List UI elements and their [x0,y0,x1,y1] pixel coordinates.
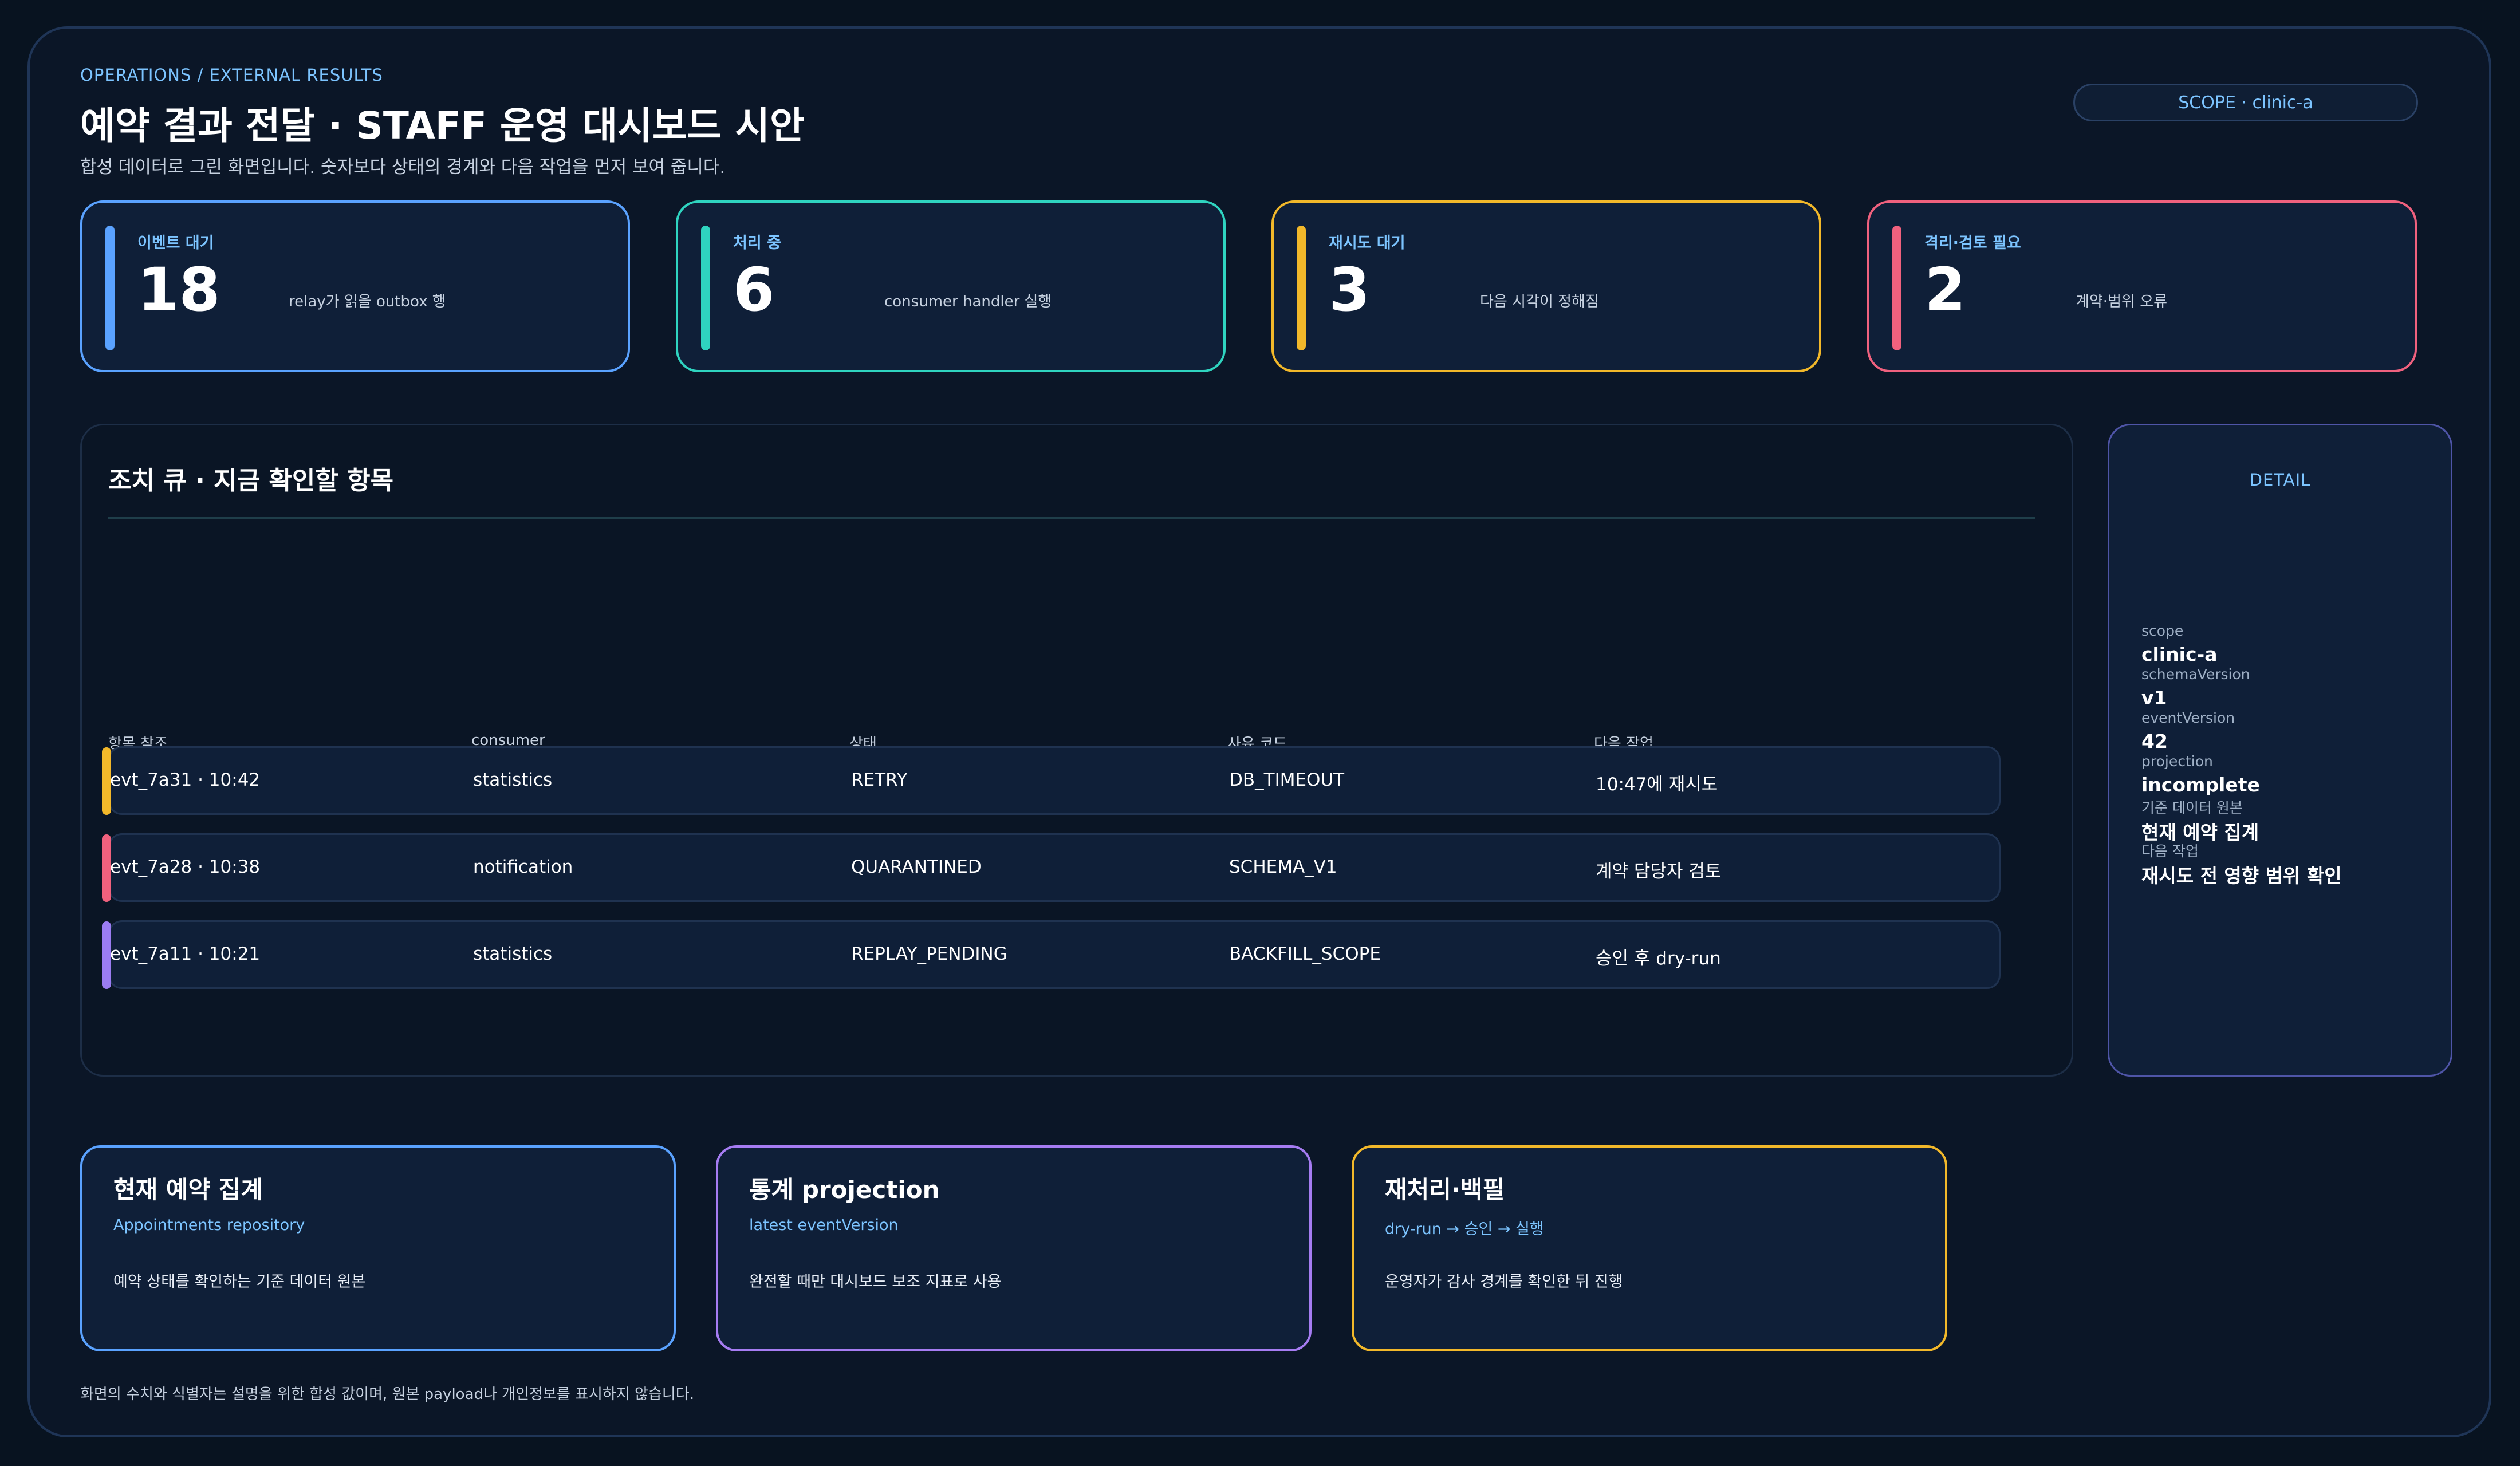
row-status: QUARANTINED [851,857,982,877]
stat-note: relay가 읽을 outbox 행 [289,293,446,310]
table-row[interactable]: evt_7a11 · 10:21 statistics REPLAY_PENDI… [102,920,2001,989]
stat-value: 2 [1924,255,1966,325]
stat-accent-bar [105,226,115,350]
stat-note: 계약·범위 오류 [2076,293,2168,310]
detail-label-next-action: 다음 작업 [2141,843,2199,860]
stat-accent-bar [1892,226,1901,350]
info-card-projection[interactable]: 통계 projection latest eventVersion 완전할 때만… [716,1145,1312,1351]
stat-card-events-pending[interactable]: 이벤트 대기 18 relay가 읽을 outbox 행 [80,200,630,372]
info-card-description: 완전할 때만 대시보드 보조 지표로 사용 [749,1273,1002,1291]
detail-label-projection: projection [2141,753,2213,770]
stat-accent-bar [1297,226,1306,350]
info-card-appointments[interactable]: 현재 예약 집계 Appointments repository 예약 상태를 … [80,1145,676,1351]
info-card-title: 통계 projection [749,1176,940,1204]
table-row[interactable]: evt_7a31 · 10:42 statistics RETRY DB_TIM… [102,746,2001,815]
queue-divider [108,517,2035,519]
row-consumer: notification [473,857,573,877]
info-card-description: 운영자가 감사 경계를 확인한 뒤 진행 [1385,1273,1623,1291]
action-queue-panel: 조치 큐 · 지금 확인할 항목 항목 참조 consumer 상태 사유 코드… [80,424,2073,1077]
stat-label: 이벤트 대기 [137,234,214,252]
row-status: RETRY [851,770,908,790]
detail-label-scope: scope [2141,622,2184,639]
row-ref: evt_7a28 · 10:38 [110,857,261,877]
row-consumer: statistics [473,944,553,964]
detail-heading: DETAIL [2249,470,2311,490]
queue-title: 조치 큐 · 지금 확인할 항목 [108,466,394,495]
page-title: 예약 결과 전달 · STAFF 운영 대시보드 시안 [80,104,805,148]
detail-value-projection: incomplete [2141,774,2260,796]
stat-label: 재시도 대기 [1329,234,1405,252]
row-next-action: 10:47에 재시도 [1596,774,1718,795]
detail-value-scope: clinic-a [2141,643,2218,665]
stat-accent-bar [701,226,710,350]
row-ref: evt_7a31 · 10:42 [110,770,261,790]
info-card-subtitle: dry-run → 승인 → 실행 [1385,1220,1544,1238]
row-ref: evt_7a11 · 10:21 [110,944,261,964]
info-card-replay-backfill[interactable]: 재처리·백필 dry-run → 승인 → 실행 운영자가 감사 경계를 확인한… [1352,1145,1947,1351]
row-next-action: 승인 후 dry-run [1596,948,1721,969]
row-status: REPLAY_PENDING [851,944,1007,964]
stat-label: 처리 중 [733,234,781,252]
info-card-title: 현재 예약 집계 [113,1176,263,1204]
row-consumer: statistics [473,770,553,790]
scope-badge[interactable]: SCOPE · clinic-a [2073,84,2418,121]
detail-value-schema-version: v1 [2141,687,2167,709]
info-card-subtitle: latest eventVersion [749,1216,899,1234]
stat-label: 격리·검토 필요 [1924,234,2021,252]
detail-value-next-action: 재시도 전 영향 범위 확인 [2141,865,2342,887]
detail-label-schema-version: schemaVersion [2141,666,2250,683]
stat-note: 다음 시각이 정해짐 [1480,293,1599,310]
row-reason: SCHEMA_V1 [1229,857,1337,877]
detail-label-source: 기준 데이터 원본 [2141,799,2243,816]
info-card-title: 재처리·백필 [1385,1176,1505,1204]
detail-panel: DETAIL scope clinic-a schemaVersion v1 e… [2108,424,2452,1077]
row-reason: DB_TIMEOUT [1229,770,1345,790]
stat-card-retry-pending[interactable]: 재시도 대기 3 다음 시각이 정해짐 [1271,200,1821,372]
stat-value: 18 [137,255,220,325]
info-card-subtitle: Appointments repository [113,1216,305,1234]
detail-value-event-version: 42 [2141,730,2168,752]
page-subtitle: 합성 데이터로 그린 화면입니다. 숫자보다 상태의 경계와 다음 작업을 먼저… [80,157,726,178]
stat-card-quarantine-review[interactable]: 격리·검토 필요 2 계약·범위 오류 [1867,200,2417,372]
stat-note: consumer handler 실행 [884,293,1052,310]
row-next-action: 계약 담당자 검토 [1596,861,1722,882]
stat-card-processing[interactable]: 처리 중 6 consumer handler 실행 [676,200,1226,372]
detail-label-event-version: eventVersion [2141,710,2235,726]
row-reason: BACKFILL_SCOPE [1229,944,1381,964]
breadcrumb[interactable]: OPERATIONS / EXTERNAL RESULTS [80,65,383,85]
stat-value: 3 [1329,255,1371,325]
info-card-description: 예약 상태를 확인하는 기준 데이터 원본 [113,1273,366,1291]
table-row[interactable]: evt_7a28 · 10:38 notification QUARANTINE… [102,833,2001,902]
stat-value: 6 [733,255,775,325]
footer-note: 화면의 수치와 식별자는 설명을 위한 합성 값이며, 원본 payload나 … [80,1386,694,1403]
